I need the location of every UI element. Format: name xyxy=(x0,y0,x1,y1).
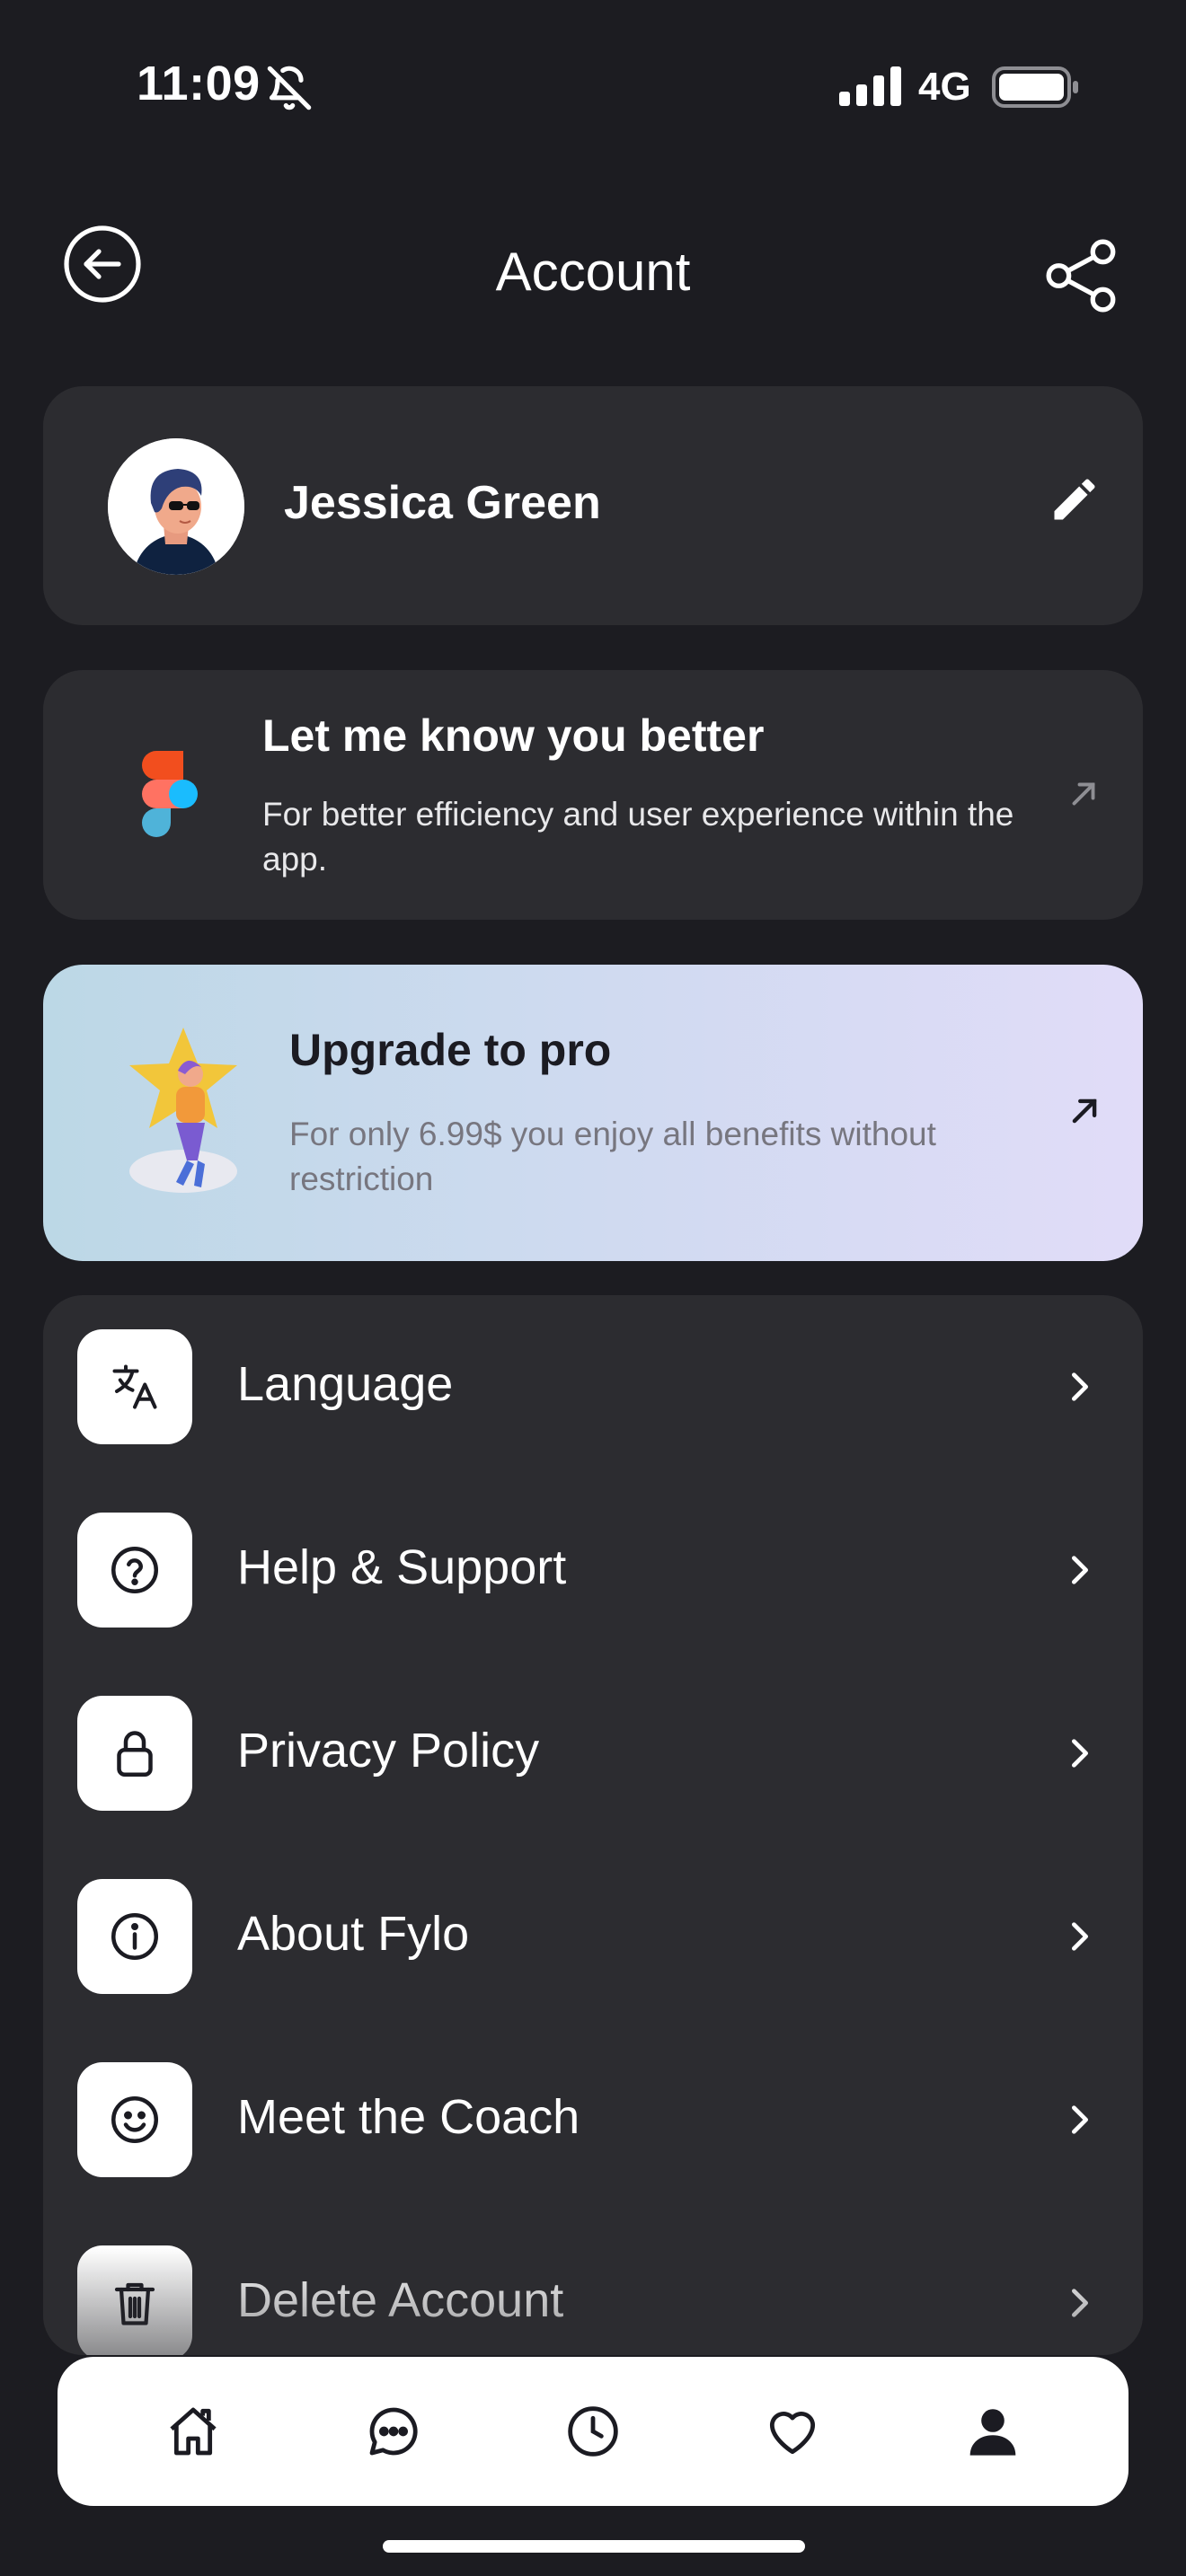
menu-item-delete-account[interactable]: Delete Account xyxy=(43,2211,1143,2355)
menu-label: Delete Account xyxy=(237,2273,564,2327)
figma-logo xyxy=(142,751,198,837)
chevron-right-icon xyxy=(1072,1556,1088,1584)
status-time: 11:09 xyxy=(137,57,261,110)
know-you-title: Let me know you better xyxy=(262,710,765,761)
share-icon[interactable] xyxy=(1042,235,1123,316)
menu-label: Privacy Policy xyxy=(237,1724,540,1778)
trash-icon xyxy=(77,2245,192,2355)
tab-bar xyxy=(58,2357,1128,2506)
settings-menu: Language Help & Support Privacy Policy A… xyxy=(43,1295,1143,2355)
menu-label: Language xyxy=(237,1357,454,1411)
chevron-right-icon xyxy=(1072,1922,1088,1951)
menu-item-language[interactable]: Language xyxy=(43,1295,1143,1478)
menu-item-about-fylo[interactable]: About Fylo xyxy=(43,1845,1143,2028)
menu-item-help-support[interactable]: Help & Support xyxy=(43,1478,1143,1662)
menu-item-meet-coach[interactable]: Meet the Coach xyxy=(43,2028,1143,2211)
tab-home[interactable] xyxy=(157,2395,229,2467)
info-circle-icon xyxy=(77,1879,192,1994)
home-indicator xyxy=(383,2540,805,2553)
chevron-right-icon xyxy=(1072,2105,1088,2134)
menu-label: Help & Support xyxy=(237,1540,567,1594)
lock-icon xyxy=(77,1696,192,1811)
smiley-icon xyxy=(77,2062,192,2177)
menu-label: Meet the Coach xyxy=(237,2090,580,2144)
menu-label: About Fylo xyxy=(237,1907,470,1961)
page-title: Account xyxy=(495,242,691,302)
chevron-right-icon xyxy=(1072,1372,1088,1401)
avatar xyxy=(108,438,244,575)
signal-icon xyxy=(839,66,901,106)
chevron-right-icon xyxy=(1072,2289,1088,2317)
question-circle-icon xyxy=(77,1513,192,1628)
tab-history[interactable] xyxy=(557,2395,629,2467)
translate-icon xyxy=(77,1329,192,1444)
star-character-illustration xyxy=(129,1028,237,1193)
know-you-description: For better efficiency and user experienc… xyxy=(262,796,1014,878)
bell-slash-icon xyxy=(267,66,312,110)
arrow-up-right-icon[interactable] xyxy=(1067,1094,1102,1128)
tab-profile[interactable] xyxy=(957,2395,1029,2467)
chat-icon xyxy=(369,2407,418,2456)
heart-icon xyxy=(770,2412,816,2455)
upgrade-title: Upgrade to pro xyxy=(289,1025,612,1075)
tab-favorites[interactable] xyxy=(757,2395,828,2467)
menu-item-privacy-policy[interactable]: Privacy Policy xyxy=(43,1662,1143,1845)
pencil-icon[interactable] xyxy=(1048,472,1102,526)
profile-icon xyxy=(969,2409,1016,2456)
network-label: 4G xyxy=(918,65,971,109)
profile-name: Jessica Green xyxy=(284,477,601,529)
clock-icon xyxy=(568,2406,618,2457)
battery-icon xyxy=(992,66,1078,108)
arrow-up-right-icon[interactable] xyxy=(1067,778,1100,810)
chevron-right-icon xyxy=(1072,1739,1088,1768)
home-icon xyxy=(170,2407,217,2456)
tab-chat[interactable] xyxy=(358,2395,429,2467)
upgrade-description: For only 6.99$ you enjoy all benefits wi… xyxy=(289,1116,936,1197)
